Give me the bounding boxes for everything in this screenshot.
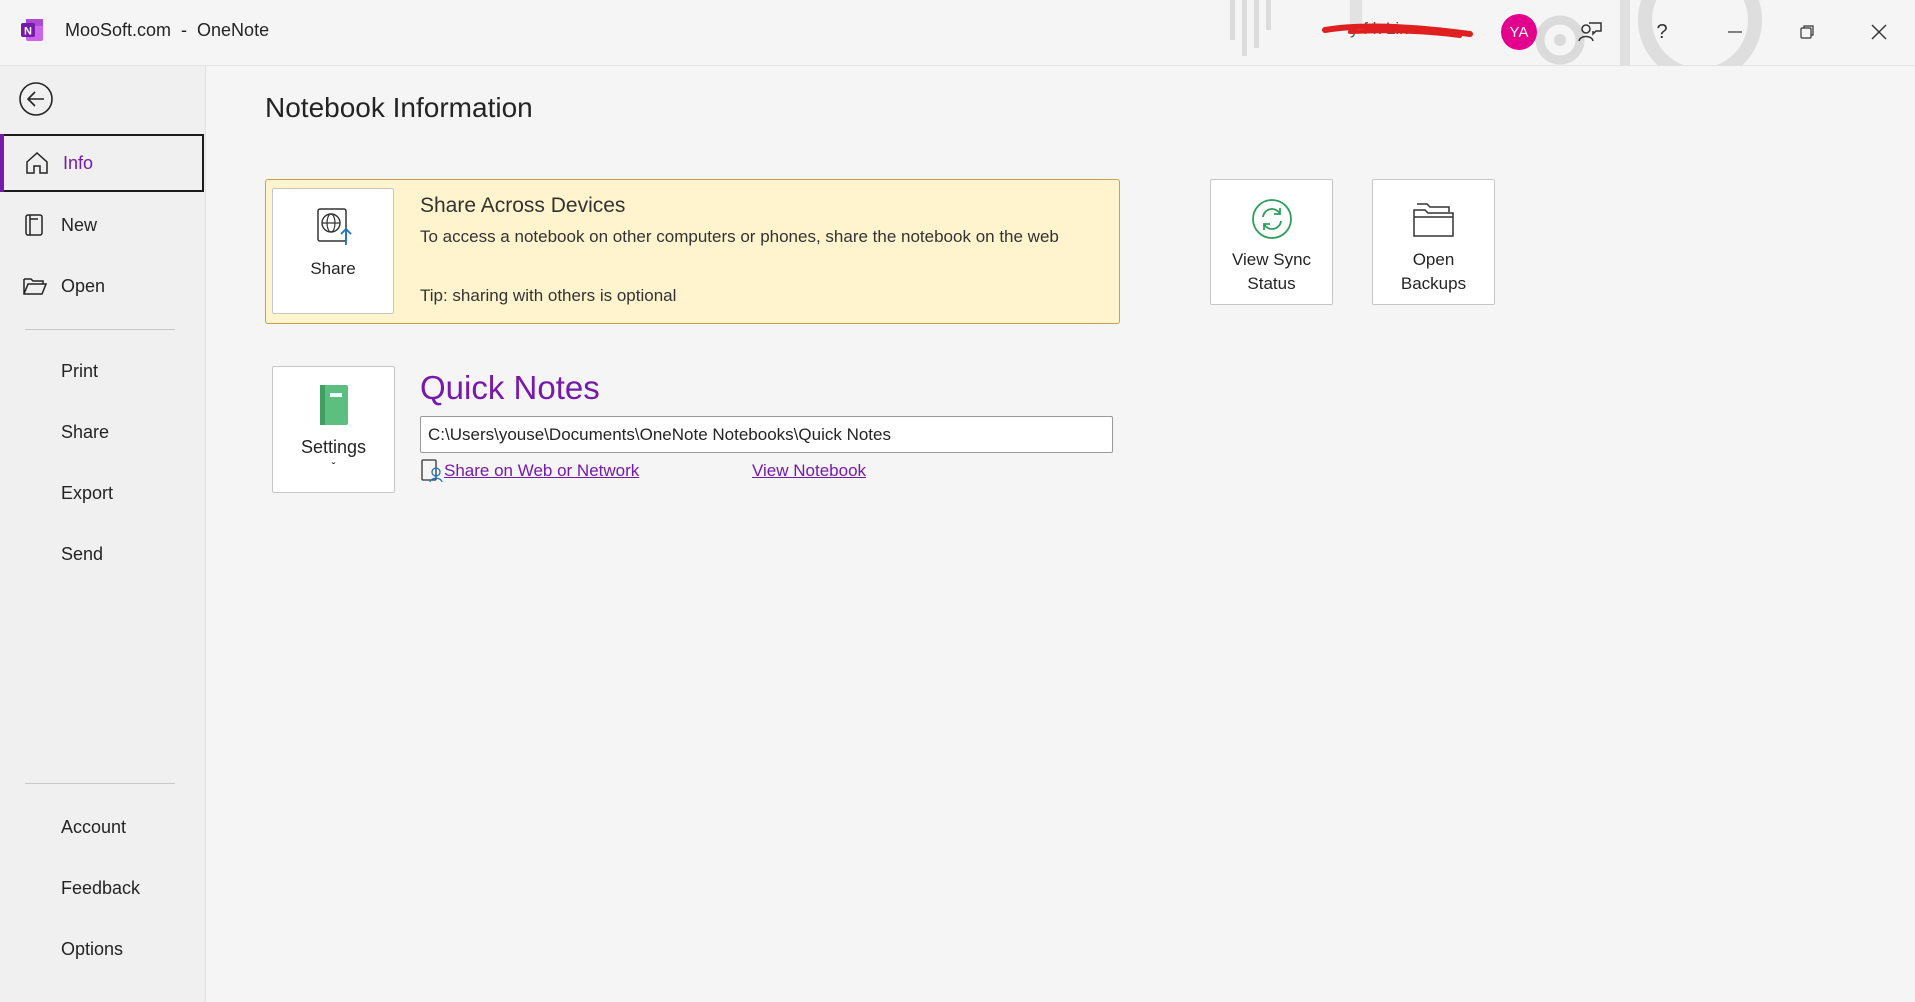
back-arrow-icon	[19, 82, 53, 116]
share-network-icon	[421, 459, 443, 483]
home-icon	[26, 151, 48, 174]
help-button[interactable]: ?	[1640, 12, 1684, 52]
share-button-label: Share	[310, 259, 356, 278]
redaction-mark	[1322, 23, 1473, 38]
avatar[interactable]: YA	[1501, 14, 1537, 50]
sync-icon	[1251, 199, 1292, 239]
minimize-icon	[1728, 31, 1742, 33]
sidebar-item-new[interactable]: New	[0, 196, 204, 254]
share-button[interactable]: Share	[272, 188, 394, 314]
share-description: To access a notebook on other computers …	[420, 227, 1059, 246]
title-bar-decoration	[1230, 0, 1762, 66]
sidebar-item-print[interactable]: Print	[0, 342, 204, 400]
sidebar-divider	[25, 329, 175, 330]
share-on-web-link-text[interactable]: Share on Web or Network	[444, 461, 639, 481]
share-across-devices-panel: Share Share Across Devices To access a n…	[265, 179, 1120, 324]
window-title: MooSoft.com - OneNote	[65, 20, 270, 40]
label-line: Open	[1412, 250, 1455, 269]
view-notebook-link[interactable]: View Notebook	[752, 461, 866, 481]
page-title: Notebook Information	[265, 92, 533, 123]
sidebar-item-label: Share	[61, 421, 110, 442]
share-globe-icon	[317, 208, 352, 245]
sidebar-item-send[interactable]: Send	[0, 525, 204, 583]
open-backups-label: Open Backups	[1401, 248, 1466, 296]
minimize-button[interactable]	[1713, 12, 1757, 52]
sidebar-item-label: New	[61, 214, 98, 235]
notebook-path-field[interactable]: C:\Users\youse\Documents\OneNote Noteboo…	[420, 416, 1113, 453]
sidebar-item-label: Feedback	[61, 877, 141, 898]
chevron-down-icon: ˇ	[331, 460, 336, 474]
sidebar-item-info[interactable]: Info	[0, 134, 204, 192]
sidebar-item-label: Account	[61, 816, 127, 837]
new-notebook-icon	[25, 214, 43, 236]
label-line: View Sync	[1231, 250, 1312, 269]
sidebar-item-share[interactable]: Share	[0, 403, 204, 461]
share-tip: Tip: sharing with others is optional	[420, 286, 677, 305]
folder-open-icon	[23, 278, 48, 295]
label-line: Backups	[1400, 274, 1467, 293]
settings-label: Settings	[300, 437, 367, 457]
sidebar-item-feedback[interactable]: Feedback	[0, 859, 204, 917]
sidebar-item-label: Send	[61, 543, 104, 564]
feedback-button[interactable]	[1568, 12, 1612, 52]
folders-icon	[1412, 203, 1454, 237]
sidebar-item-account[interactable]: Account	[0, 798, 204, 856]
sidebar-item-export[interactable]: Export	[0, 464, 204, 522]
notebook-settings-button[interactable]: Settings ˇ	[272, 366, 395, 493]
close-button[interactable]	[1857, 12, 1901, 52]
open-backups-button[interactable]: Open Backups	[1372, 179, 1495, 305]
view-sync-status-label: View Sync Status	[1232, 248, 1311, 296]
sidebar-item-label: Info	[63, 152, 94, 173]
sidebar-item-label: Export	[61, 482, 114, 503]
help-icon: ?	[1656, 20, 1668, 43]
view-sync-status-button[interactable]: View Sync Status	[1210, 179, 1333, 305]
sidebar-divider	[25, 783, 175, 784]
backstage-sidebar: Info New Open Print Share Export Send Ac…	[0, 66, 206, 1002]
sidebar-item-options[interactable]: Options	[0, 920, 204, 978]
sidebar-item-label: Print	[61, 360, 99, 381]
share-heading: Share Across Devices	[420, 194, 626, 217]
sidebar-item-label: Options	[61, 938, 124, 959]
feedback-person-icon	[1578, 22, 1602, 42]
sidebar-item-open[interactable]: Open	[0, 257, 204, 315]
notebook-name: Quick Notes	[420, 369, 600, 406]
restore-button[interactable]	[1785, 12, 1829, 52]
onenote-logo-icon: N	[21, 19, 43, 41]
label-line: Status	[1247, 274, 1296, 293]
title-bar: N MooSoft.com - OneNote y f k Lin YA ?	[0, 0, 1915, 66]
close-icon	[1871, 24, 1887, 40]
notebook-icon	[319, 385, 348, 425]
restore-icon	[1800, 25, 1814, 39]
svg-text:N: N	[24, 26, 32, 38]
sidebar-item-label: Open	[61, 275, 106, 296]
share-on-web-link[interactable]: Share on Web or Network	[420, 458, 639, 484]
back-button[interactable]	[18, 81, 54, 117]
